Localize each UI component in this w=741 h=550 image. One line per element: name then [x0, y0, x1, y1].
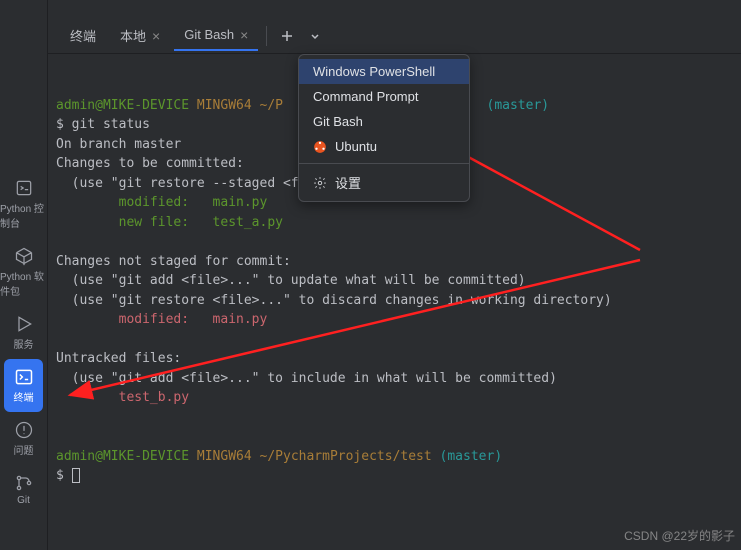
chevron-down-icon: [309, 30, 321, 42]
term-file: main.py: [213, 195, 268, 210]
sidebar-item-python-console[interactable]: Python 控制台: [0, 170, 47, 238]
prompt-branch: (master): [440, 449, 503, 464]
plus-icon: [280, 29, 294, 43]
terminal-icon: [14, 367, 34, 387]
prompt-branch: (master): [487, 98, 550, 113]
sidebar-label: Python 软件包: [0, 268, 47, 298]
menu-label: 设置: [335, 173, 361, 192]
terminal-dropdown-button[interactable]: [303, 24, 327, 48]
term-line: Changes not staged for commit:: [56, 254, 291, 269]
menu-separator: [299, 163, 469, 164]
term-line: On branch master: [56, 137, 181, 152]
term-line: modified:: [56, 195, 213, 210]
menu-item-powershell[interactable]: Windows PowerShell: [299, 59, 469, 84]
menu-label: Command Prompt: [313, 89, 418, 104]
new-terminal-button[interactable]: [275, 24, 299, 48]
problems-icon: [14, 420, 34, 440]
close-icon[interactable]: ×: [240, 27, 248, 43]
menu-label: Ubuntu: [335, 139, 377, 154]
prompt-path: ~/P: [260, 98, 283, 113]
watermark: CSDN @22岁的影子: [624, 527, 735, 544]
menu-label: Git Bash: [313, 114, 363, 129]
tab-git-bash[interactable]: Git Bash ×: [174, 21, 258, 51]
menu-item-cmd[interactable]: Command Prompt: [299, 84, 469, 109]
sidebar-item-git[interactable]: Git: [0, 465, 47, 514]
menu-item-settings[interactable]: 设置: [299, 168, 469, 197]
sidebar-item-terminal[interactable]: 终端: [4, 359, 43, 412]
sidebar-item-services[interactable]: 服务: [0, 306, 47, 359]
tab-local[interactable]: 本地 ×: [110, 20, 170, 51]
python-icon: [14, 178, 34, 198]
tab-label: 终端: [70, 26, 96, 45]
prompt-path: ~/PycharmProjects/test: [260, 449, 432, 464]
prompt-dollar: $: [56, 468, 72, 483]
sidebar-label: 问题: [14, 442, 34, 457]
ubuntu-icon: [313, 140, 327, 154]
term-line: modified:: [56, 312, 213, 327]
term-line: (use "git restore <file>..." to discard …: [56, 293, 612, 308]
term-line: $ git status: [56, 117, 150, 132]
terminal-tabs: 终端 本地 × Git Bash ×: [48, 18, 741, 54]
new-terminal-menu: Windows PowerShell Command Prompt Git Ba…: [298, 54, 470, 202]
cursor: [72, 468, 80, 483]
left-sidebar: Python 控制台 Python 软件包 服务 终端 问题 Git: [0, 0, 48, 550]
term-line: new file:: [56, 215, 213, 230]
menu-item-git-bash[interactable]: Git Bash: [299, 109, 469, 134]
prompt-user: admin@MIKE-DEVICE: [56, 98, 189, 113]
sidebar-label: Git: [17, 495, 30, 506]
sidebar-item-python-packages[interactable]: Python 软件包: [0, 238, 47, 306]
prompt-user: admin@MIKE-DEVICE: [56, 449, 189, 464]
sidebar-label: Python 控制台: [0, 200, 47, 230]
term-line: (use "git add <file>..." to include in w…: [56, 371, 557, 386]
sidebar-item-problems[interactable]: 问题: [0, 412, 47, 465]
term-file: main.py: [213, 312, 268, 327]
term-line: (use "git add <file>..." to update what …: [56, 273, 526, 288]
sidebar-label: 终端: [14, 389, 34, 404]
menu-label: Windows PowerShell: [313, 64, 435, 79]
term-line: Changes to be committed:: [56, 156, 244, 171]
prompt-sys: MINGW64: [197, 449, 252, 464]
packages-icon: [14, 246, 34, 266]
tab-label: Git Bash: [184, 27, 234, 42]
services-icon: [14, 314, 34, 334]
term-file: test_a.py: [213, 215, 283, 230]
divider: [266, 26, 267, 46]
term-file: test_b.py: [56, 390, 189, 405]
menu-item-ubuntu[interactable]: Ubuntu: [299, 134, 469, 159]
term-line: Untracked files:: [56, 351, 181, 366]
git-icon: [14, 473, 34, 493]
prompt-sys: MINGW64: [197, 98, 252, 113]
gear-icon: [313, 176, 327, 190]
tab-terminal-label[interactable]: 终端: [60, 20, 106, 51]
close-icon[interactable]: ×: [152, 28, 160, 44]
sidebar-label: 服务: [14, 336, 34, 351]
tab-label: 本地: [120, 26, 146, 45]
